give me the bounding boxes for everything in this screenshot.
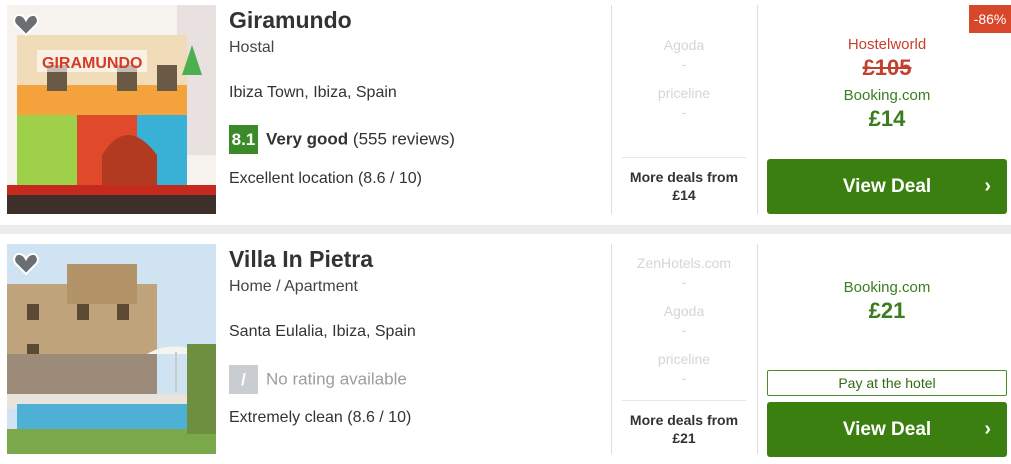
no-rating-text: No rating available (266, 369, 407, 389)
deal-price: £14 (868, 106, 906, 131)
provider-price: - (681, 104, 687, 120)
provider-price: - (681, 274, 687, 290)
provider-price: - (681, 370, 687, 386)
deal-site: Booking.com (843, 87, 931, 104)
hotel-location: Santa Eulalia, Ibiza, Spain (229, 323, 416, 340)
divider (611, 5, 612, 214)
hotel-name[interactable]: Villa In Pietra (229, 246, 373, 273)
deal-price: £21 (868, 298, 906, 323)
view-deal-button[interactable]: View Deal › (767, 159, 1007, 214)
divider (611, 244, 612, 454)
chevron-right-icon: › (984, 418, 991, 440)
hotel-location: Ibiza Town, Ibiza, Spain (229, 84, 397, 101)
hotel-photo[interactable] (7, 244, 216, 454)
more-deals-label: More deals from (629, 169, 739, 185)
view-deal-label: View Deal (842, 419, 932, 440)
sub-rating: Extremely clean (8.6 / 10) (229, 409, 412, 426)
provider-price: - (681, 322, 687, 338)
review-count: (555 reviews) (352, 129, 455, 149)
hotel-card-giramundo: GIRAMUNDO Giramundo Hostal Ibiza Town, I… (0, 0, 1011, 225)
other-deals-panel: ZenHotels.com - Agoda - priceline - More… (622, 254, 746, 454)
more-deals-label: More deals from (629, 412, 739, 428)
provider-price: - (681, 56, 687, 72)
hotel-rating[interactable]: 8.1 Very good (555 reviews) (229, 125, 455, 154)
provider-name[interactable]: Agoda (622, 302, 746, 321)
heart-icon[interactable] (13, 252, 39, 276)
pay-at-hotel-badge: Pay at the hotel (767, 370, 1007, 396)
best-offer[interactable]: Booking.com £21 (767, 279, 1007, 324)
accommodation-type: Home / Apartment (229, 278, 358, 295)
more-deals-link[interactable]: More deals from £14 (622, 157, 746, 204)
provider-name[interactable]: ZenHotels.com (622, 254, 746, 273)
hotel-rating: / No rating available (229, 365, 407, 394)
old-price: £105 (862, 55, 912, 80)
chevron-right-icon: › (984, 175, 991, 197)
view-deal-label: View Deal (842, 176, 932, 197)
provider-name[interactable]: priceline (622, 350, 746, 369)
other-deals-panel: Agoda - priceline - More deals from £14 (622, 36, 746, 214)
rating-score-badge: 8.1 (229, 125, 258, 154)
hotel-name[interactable]: Giramundo (229, 7, 352, 34)
more-deals-price: £14 (672, 187, 696, 203)
hotel-card-villa-in-pietra: Villa In Pietra Home / Apartment Santa E… (0, 234, 1011, 464)
discount-badge: -86% (969, 5, 1011, 33)
rating-label: Very good (266, 129, 349, 149)
best-offer[interactable]: Hostelworld £105 Booking.com £14 (767, 36, 1007, 132)
divider (757, 244, 758, 454)
provider-name[interactable]: Agoda (622, 36, 746, 55)
view-deal-button[interactable]: View Deal › (767, 402, 1007, 457)
sub-rating: Excellent location (8.6 / 10) (229, 170, 422, 187)
accommodation-type: Hostal (229, 39, 275, 56)
provider-name[interactable]: priceline (622, 84, 746, 103)
more-deals-price: £21 (672, 430, 696, 446)
deal-site: Booking.com (843, 279, 931, 296)
heart-icon[interactable] (13, 13, 39, 37)
rating-score-badge: / (229, 365, 258, 394)
old-price-site: Hostelworld (847, 36, 927, 53)
hotel-photo[interactable]: GIRAMUNDO (7, 5, 216, 214)
divider (757, 5, 758, 214)
svg-text:GIRAMUNDO: GIRAMUNDO (42, 55, 142, 72)
more-deals-link[interactable]: More deals from £21 (622, 400, 746, 447)
